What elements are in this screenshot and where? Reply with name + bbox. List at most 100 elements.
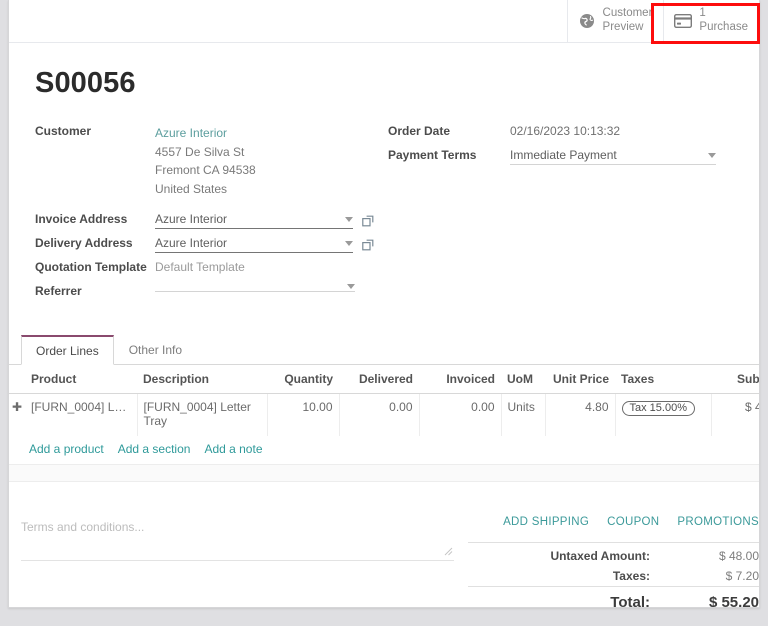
cell-delivered[interactable]: 0.00 <box>339 394 419 437</box>
tab-order-lines[interactable]: Order Lines <box>21 335 114 365</box>
textarea-resize-handle[interactable] <box>444 547 454 557</box>
terms-and-conditions-input[interactable]: Terms and conditions... <box>21 516 454 561</box>
add-shipping-button[interactable]: ADD SHIPPING <box>503 516 589 528</box>
add-a-section-link[interactable]: Add a section <box>118 442 191 456</box>
open-delivery-address-icon[interactable] <box>362 239 374 251</box>
right-field-group: Order Date 02/16/2023 10:13:32 Payment T… <box>388 122 733 306</box>
customer-preview-line1: Customer <box>603 7 653 21</box>
coupon-button[interactable]: COUPON <box>607 516 659 528</box>
header-field-groups: Customer Azure Interior 4557 De Silva St… <box>35 122 733 306</box>
field-customer: Customer Azure Interior 4557 De Silva St… <box>35 122 380 198</box>
payment-terms-input[interactable]: Immediate Payment <box>510 148 716 165</box>
terms-section: Terms and conditions... <box>9 516 454 608</box>
cell-uom[interactable]: Units <box>501 394 545 437</box>
chevron-down-icon[interactable] <box>345 217 353 222</box>
add-a-note-link[interactable]: Add a note <box>204 442 262 456</box>
cell-invoiced[interactable]: 0.00 <box>419 394 501 437</box>
cell-unit-price[interactable]: 4.80 <box>545 394 615 437</box>
form-sheet: S00056 Customer Azure Interior 4557 De S… <box>9 43 759 306</box>
customer-value: Azure Interior 4557 De Silva St Fremont … <box>155 122 380 198</box>
taxes-value: $ 7.20 <box>664 566 759 587</box>
payment-terms-label: Payment Terms <box>388 146 510 162</box>
credit-card-icon <box>674 12 692 30</box>
col-product[interactable]: Product <box>25 365 137 394</box>
promotions-button[interactable]: PROMOTIONS <box>677 516 759 528</box>
col-taxes[interactable]: Taxes <box>615 365 711 394</box>
untaxed-amount-row: Untaxed Amount: $ 48.00 <box>468 543 759 567</box>
list-bottom-band <box>9 464 759 482</box>
field-order-date: Order Date 02/16/2023 10:13:32 <box>388 122 733 142</box>
table-header-row: Product Description Quantity Delivered I… <box>9 365 760 394</box>
chevron-down-icon[interactable] <box>347 284 355 289</box>
payment-terms-text: Immediate Payment <box>510 148 702 162</box>
totals-section: ADD SHIPPING COUPON PROMOTIONS Untaxed A… <box>454 516 759 608</box>
customer-country: United States <box>155 180 380 199</box>
purchase-count-button[interactable]: 1 Purchase <box>663 0 759 42</box>
col-delivered[interactable]: Delivered <box>339 365 419 394</box>
stat-button-box: Customer Preview 1 Purchase <box>567 0 759 42</box>
customer-street: 4557 De Silva St <box>155 143 380 162</box>
chevron-down-icon[interactable] <box>708 153 716 158</box>
referrer-label: Referrer <box>35 282 155 298</box>
field-payment-terms: Payment Terms Immediate Payment <box>388 146 733 166</box>
field-quotation-template: Quotation Template Default Template <box>35 258 380 278</box>
purchase-count-label: 1 Purchase <box>699 7 748 34</box>
col-quantity[interactable]: Quantity <box>267 365 339 394</box>
taxes-row: Taxes: $ 7.20 <box>468 566 759 587</box>
invoice-address-text: Azure Interior <box>155 212 339 226</box>
referrer-input[interactable] <box>155 284 355 292</box>
col-uom[interactable]: UoM <box>501 365 545 394</box>
form-footer: Terms and conditions... ADD SHIPPING COU… <box>9 482 759 608</box>
customer-city: Fremont CA 94538 <box>155 161 380 180</box>
field-invoice-address: Invoice Address Azure Interior <box>35 210 380 230</box>
invoice-address-input[interactable]: Azure Interior <box>155 212 353 229</box>
left-field-group: Customer Azure Interior 4557 De Silva St… <box>35 122 380 306</box>
customer-label: Customer <box>35 122 155 138</box>
totals-table: Untaxed Amount: $ 48.00 Taxes: $ 7.20 To… <box>468 542 759 608</box>
order-date-value: 02/16/2023 10:13:32 <box>510 122 620 138</box>
delivery-address-input[interactable]: Azure Interior <box>155 236 353 253</box>
untaxed-amount-value: $ 48.00 <box>664 543 759 567</box>
add-links: Add a product Add a section Add a note <box>9 436 760 464</box>
chevron-down-icon[interactable] <box>345 241 353 246</box>
quotation-template-value-wrap: Default Template <box>155 258 380 274</box>
tax-badge: Tax 15.00% <box>622 401 695 416</box>
col-invoiced[interactable]: Invoiced <box>419 365 501 394</box>
cell-taxes[interactable]: Tax 15.00% <box>615 394 711 437</box>
invoice-address-value-wrap: Azure Interior <box>155 210 380 229</box>
delivery-address-text: Azure Interior <box>155 236 339 250</box>
taxes-label: Taxes: <box>468 566 664 587</box>
drag-handle-icon[interactable]: ✚ <box>11 400 23 414</box>
total-row: Total: $ 55.20 <box>468 587 759 608</box>
order-date-label: Order Date <box>388 122 510 138</box>
customer-preview-label: Customer Preview <box>603 7 653 34</box>
row-drag-handle[interactable]: ✚ <box>9 394 25 437</box>
cell-subtotal: $ 48.00 <box>711 394 760 437</box>
globe-icon <box>578 12 596 30</box>
cell-product[interactable]: [FURN_0004] Lette... <box>25 394 137 437</box>
field-delivery-address: Delivery Address Azure Interior <box>35 234 380 254</box>
open-invoice-address-icon[interactable] <box>362 215 374 227</box>
add-a-product-link[interactable]: Add a product <box>29 442 104 456</box>
col-subtotal[interactable]: Subtotal <box>711 365 760 394</box>
add-line-row: Add a product Add a section Add a note <box>9 436 760 464</box>
order-date-value-wrap: 02/16/2023 10:13:32 <box>510 122 733 138</box>
cell-quantity[interactable]: 10.00 <box>267 394 339 437</box>
purchase-count-text: Purchase <box>699 21 748 35</box>
total-label: Total: <box>468 587 664 608</box>
customer-preview-line2: Preview <box>603 21 653 35</box>
handle-col-header <box>9 365 25 394</box>
tab-other-info[interactable]: Other Info <box>114 335 197 365</box>
purchase-count-value: 1 <box>699 7 748 21</box>
col-description[interactable]: Description <box>137 365 267 394</box>
customer-preview-button[interactable]: Customer Preview <box>567 0 664 42</box>
record-sheet: Customer Preview 1 Purchase <box>8 0 760 608</box>
quotation-template-value: Default Template <box>155 258 245 274</box>
field-referrer: Referrer <box>35 282 380 302</box>
cell-description[interactable]: [FURN_0004] Letter Tray <box>137 394 267 437</box>
untaxed-amount-label: Untaxed Amount: <box>468 543 664 567</box>
col-unit-price[interactable]: Unit Price <box>545 365 615 394</box>
table-row[interactable]: ✚ [FURN_0004] Lette... [FURN_0004] Lette… <box>9 394 760 437</box>
customer-name-link[interactable]: Azure Interior <box>155 124 380 143</box>
invoice-address-label: Invoice Address <box>35 210 155 226</box>
